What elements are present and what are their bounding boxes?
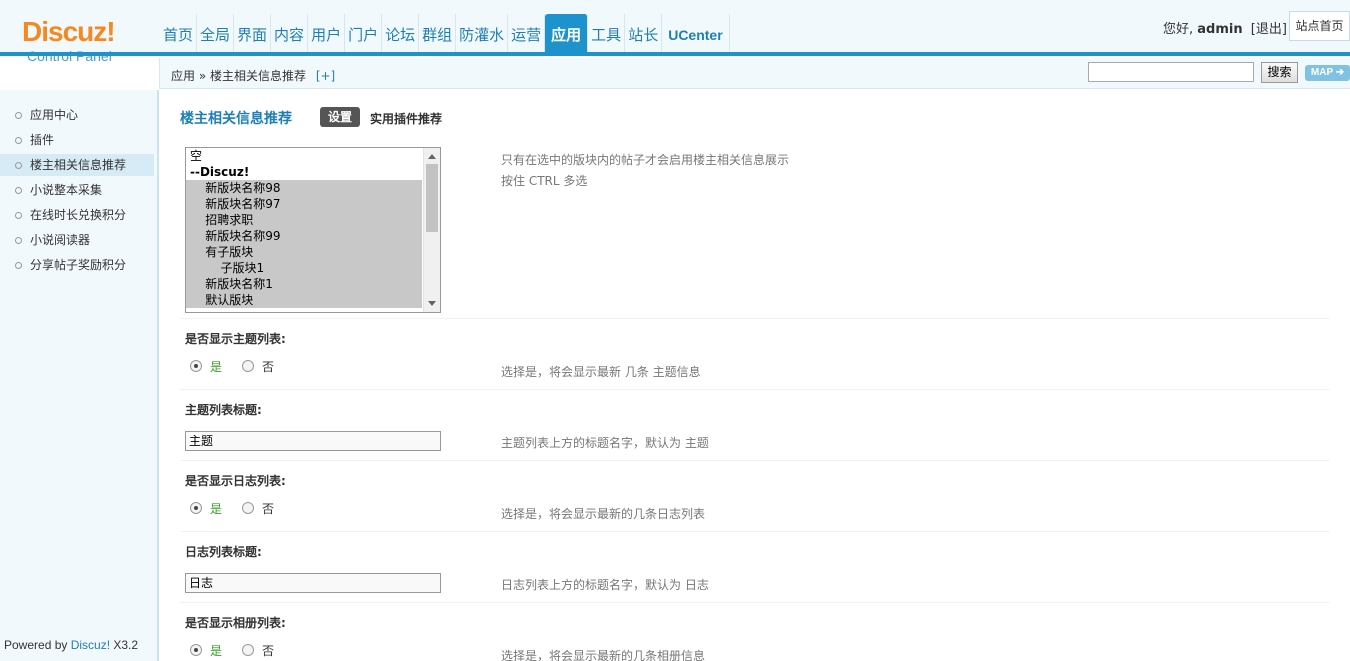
show-thread-list-label: 是否显示主题列表:: [185, 332, 286, 346]
forum-option[interactable]: 默认版块: [186, 292, 422, 308]
row-divider: [180, 389, 1330, 390]
forum-option[interactable]: --Discuz!: [186, 164, 422, 180]
breadcrumb: 应用 » 楼主相关信息推荐 [+]: [171, 67, 335, 84]
nav-content[interactable]: 内容: [271, 14, 309, 52]
powered-brand-link[interactable]: Discuz!: [71, 638, 110, 652]
nav-forum[interactable]: 论坛: [382, 14, 420, 52]
show-thread-list-yes-radio[interactable]: [190, 360, 202, 372]
nav-global[interactable]: 全局: [197, 14, 235, 52]
nav-portal[interactable]: 门户: [345, 14, 383, 52]
sidebar-item-novel-reader[interactable]: 小说阅读器: [0, 229, 154, 251]
show-album-list-label: 是否显示相册列表:: [185, 616, 286, 630]
forum-option[interactable]: 新版块名称97: [186, 196, 422, 212]
scroll-down-icon[interactable]: [428, 301, 436, 306]
show-blog-list-tip: 选择是，将会显示最新的几条日志列表: [501, 507, 706, 521]
header: Discuz! Control Panel 首页 全局 界面 内容 用户 门户 …: [0, 0, 1350, 64]
map-button[interactable]: MAP ➔: [1305, 65, 1350, 81]
greeting: 您好,: [1163, 22, 1194, 37]
forum-option[interactable]: 招聘求职: [186, 212, 422, 228]
thread-list-title-tip: 主题列表上方的标题名字，默认为 主题: [501, 436, 709, 450]
powered-prefix: Powered by: [4, 638, 71, 652]
forum-select-ctrl-tip: 按住 CTRL 多选: [501, 174, 588, 188]
top-nav: 首页 全局 界面 内容 用户 门户 论坛 群组 防灌水 运营 应用 工具 站长 …: [160, 14, 730, 52]
user-info: 您好, admin [退出]: [1163, 18, 1287, 37]
nav-group[interactable]: 群组: [419, 14, 457, 52]
powered-by: Powered by Discuz! X3.2: [4, 638, 138, 652]
show-blog-list-yes-radio[interactable]: [190, 502, 202, 514]
forum-option[interactable]: 新版块名称1: [186, 276, 422, 292]
page-title: 楼主相关信息推荐: [180, 111, 292, 127]
tab-settings[interactable]: 设置: [320, 107, 360, 127]
row-divider: [180, 602, 1330, 603]
scroll-thumb[interactable]: [426, 164, 438, 232]
show-thread-list-no-radio[interactable]: [242, 360, 255, 372]
blog-list-title-input[interactable]: 日志: [185, 573, 441, 593]
show-album-list-yes-radio[interactable]: [190, 644, 202, 656]
show-blog-list-radios: 是 否: [190, 501, 275, 516]
nav-operation[interactable]: 运营: [508, 14, 546, 52]
header-divider: [0, 52, 1350, 56]
yes-label: 是: [210, 501, 223, 516]
forum-option[interactable]: 子版块1: [186, 260, 422, 276]
nav-user[interactable]: 用户: [308, 14, 346, 52]
show-album-list-tip: 选择是，将会显示最新的几条相册信息: [501, 649, 706, 661]
logo-main-text: Discuz!: [22, 16, 116, 47]
no-label: 否: [262, 643, 275, 658]
show-blog-list-no-radio[interactable]: [242, 502, 255, 514]
tab-recommended-plugins[interactable]: 实用插件推荐: [370, 110, 442, 127]
nav-ucenter[interactable]: UCenter: [662, 14, 730, 52]
show-album-list-no-radio[interactable]: [242, 644, 255, 656]
logo-sub-text: Control Panel: [27, 48, 112, 64]
forum-option[interactable]: 新版块名称99: [186, 228, 422, 244]
blog-list-title-label: 日志列表标题:: [185, 545, 262, 559]
sidebar-item-plugins[interactable]: 插件: [0, 129, 154, 151]
logout-link[interactable]: [退出]: [1251, 22, 1287, 37]
blog-list-title-tip: 日志列表上方的标题名字，默认为 日志: [501, 578, 709, 592]
breadcrumb-path: 应用 » 楼主相关信息推荐: [171, 69, 306, 83]
forum-option[interactable]: 新版块名称98: [186, 180, 422, 196]
thread-list-title-input[interactable]: 主题: [185, 431, 441, 451]
nav-founder[interactable]: 站长: [625, 14, 663, 52]
forum-select-tip: 只有在选中的版块内的帖子才会启用楼主相关信息展示: [501, 153, 790, 167]
row-divider: [180, 460, 1330, 461]
scroll-up-icon[interactable]: [428, 154, 436, 159]
yes-label: 是: [210, 643, 223, 658]
yes-label: 是: [210, 359, 223, 374]
forum-option[interactable]: 空: [186, 148, 422, 164]
powered-version: X3.2: [110, 638, 139, 652]
thread-list-title-label: 主题列表标题:: [185, 403, 262, 417]
show-album-list-radios: 是 否: [190, 643, 275, 658]
sidebar-item-app-center[interactable]: 应用中心: [0, 104, 154, 126]
discuz-logo[interactable]: Discuz! Control Panel: [22, 16, 132, 65]
nav-safe[interactable]: 防灌水: [456, 14, 509, 52]
sidebar-item-share-reward[interactable]: 分享帖子奖励积分: [0, 254, 154, 276]
row-divider: [180, 318, 1330, 319]
add-shortcut-link[interactable]: [+]: [316, 69, 335, 83]
listbox-scrollbar[interactable]: [423, 148, 440, 312]
search-input[interactable]: [1088, 62, 1254, 82]
breadcrumb-bar: 应用 » 楼主相关信息推荐 [+] 搜索 MAP ➔: [159, 58, 1350, 89]
username: admin: [1197, 22, 1243, 37]
row-divider: [180, 531, 1330, 532]
nav-style[interactable]: 界面: [234, 14, 272, 52]
no-label: 否: [262, 501, 275, 516]
show-thread-list-radios: 是 否: [190, 359, 275, 374]
search-button[interactable]: 搜索: [1261, 62, 1298, 83]
nav-plugin[interactable]: 应用: [545, 14, 589, 52]
nav-home[interactable]: 首页: [160, 14, 198, 52]
sidebar-item-online-credits[interactable]: 在线时长兑换积分: [0, 204, 154, 226]
forum-options: 空 --Discuz! 新版块名称98 新版块名称97 招聘求职 新版块名称99 …: [186, 148, 440, 308]
show-thread-list-tip: 选择是，将会显示最新 几条 主题信息: [501, 365, 701, 379]
nav-tools[interactable]: 工具: [588, 14, 626, 52]
sidebar-item-poster-info[interactable]: 楼主相关信息推荐: [0, 154, 154, 176]
no-label: 否: [262, 359, 275, 374]
forum-multiselect[interactable]: 空 --Discuz! 新版块名称98 新版块名称97 招聘求职 新版块名称99 …: [185, 147, 441, 313]
site-home-button[interactable]: 站点首页: [1289, 11, 1350, 41]
sidebar-item-novel-collect[interactable]: 小说整本采集: [0, 179, 154, 201]
forum-option[interactable]: 有子版块: [186, 244, 422, 260]
sidebar: 应用中心 插件 楼主相关信息推荐 小说整本采集 在线时长兑换积分 小说阅读器 分…: [0, 90, 159, 661]
show-blog-list-label: 是否显示日志列表:: [185, 474, 286, 488]
